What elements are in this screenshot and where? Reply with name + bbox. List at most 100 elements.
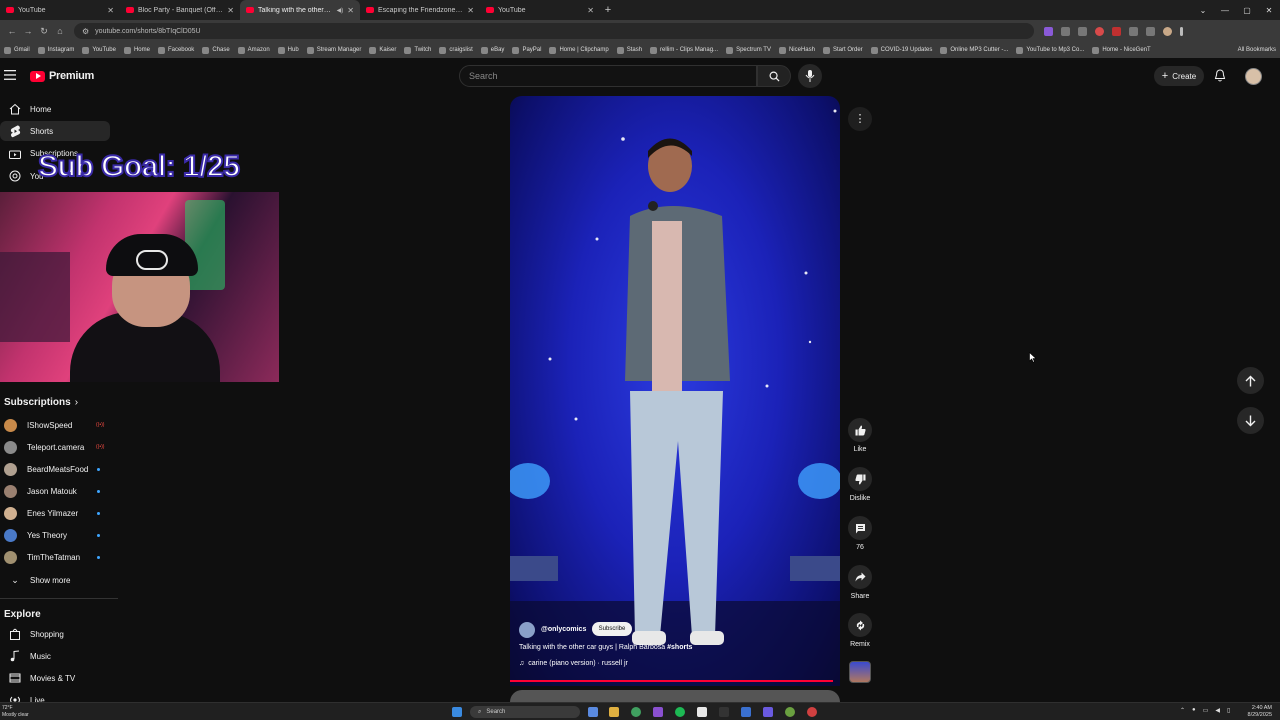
weather-widget[interactable]: 72°F Mostly clear <box>2 705 29 719</box>
notifications-bell-icon[interactable] <box>1214 69 1226 82</box>
home-browser-icon[interactable]: ⌂ <box>52 23 68 39</box>
subscribe-button[interactable]: Subscribe <box>592 622 632 636</box>
comment-icon[interactable] <box>848 516 872 540</box>
file-explorer-icon[interactable] <box>609 707 619 717</box>
voice-search-button[interactable] <box>798 64 822 88</box>
bookmark-item[interactable]: COVID-19 Updates <box>870 46 932 54</box>
twitch-icon[interactable] <box>653 707 663 717</box>
playback-progress-bar[interactable] <box>510 680 833 682</box>
subscriptions-heading[interactable]: Subscriptions › <box>4 397 78 408</box>
search-input[interactable]: Search <box>459 65 757 87</box>
extension-icon[interactable] <box>1044 26 1053 36</box>
bookmark-item[interactable]: Amazon <box>237 46 270 54</box>
bookmark-item[interactable]: Start Order <box>822 46 863 54</box>
taskbar-clock[interactable]: 2:40 AM 8/29/2025 <box>1240 705 1272 719</box>
xbox-icon[interactable] <box>785 707 795 717</box>
back-icon[interactable]: ← <box>4 23 20 39</box>
tiktok-icon[interactable] <box>697 707 707 717</box>
next-short-preview[interactable] <box>510 690 840 702</box>
subscription-item[interactable]: Enes Yilmazer <box>0 503 110 523</box>
hashtag-link[interactable]: #shorts <box>667 644 692 651</box>
start-icon[interactable] <box>452 707 462 717</box>
close-tab-icon[interactable]: ✕ <box>107 6 114 15</box>
speaker-icon[interactable]: ◀) <box>337 7 344 14</box>
notepad-icon[interactable] <box>741 707 751 717</box>
more-options-button[interactable]: ⋮ <box>848 107 872 131</box>
forward-icon[interactable]: → <box>20 23 36 39</box>
bookmark-item[interactable]: Home - NiceGenT <box>1092 46 1151 54</box>
short-video-player[interactable] <box>510 96 840 686</box>
discord-icon[interactable] <box>763 707 773 717</box>
sound-thumbnail[interactable] <box>849 661 871 683</box>
bookmark-item[interactable]: NiceHash <box>778 46 815 54</box>
address-bar[interactable]: ⚙ youtube.com/shorts/8bTIqClD05U <box>74 23 1034 39</box>
hamburger-menu-icon[interactable] <box>4 70 16 80</box>
extensions-puzzle-icon[interactable] <box>1146 26 1155 36</box>
close-tab-icon[interactable]: ✕ <box>467 6 474 15</box>
extension-icon[interactable] <box>1129 26 1138 36</box>
close-tab-icon[interactable]: ✕ <box>587 6 594 15</box>
subscription-item[interactable]: Yes Theory <box>0 525 110 545</box>
music-row[interactable]: ♫ carine (piano version) · russell jr <box>519 660 628 667</box>
search-button[interactable] <box>757 65 791 87</box>
site-info-icon[interactable]: ⚙ <box>82 27 89 36</box>
bookmark-item[interactable]: Stream Manager <box>306 46 361 54</box>
sidebar-item-movies[interactable]: Movies & TV <box>0 668 110 688</box>
sidebar-item-shorts[interactable]: Shorts <box>0 121 110 141</box>
terminal-icon[interactable] <box>719 707 729 717</box>
bookmark-item[interactable]: Facebook <box>157 46 194 54</box>
bookmark-item[interactable]: PayPal <box>512 46 541 54</box>
bookmark-item[interactable]: craigslist <box>439 46 473 54</box>
obs-icon[interactable] <box>807 707 817 717</box>
profile-icon[interactable] <box>1163 26 1172 36</box>
share-icon[interactable] <box>848 565 872 589</box>
subscription-item[interactable]: TimTheTatman <box>0 547 110 567</box>
bookmark-item[interactable]: Instagram <box>37 46 74 54</box>
battery-icon[interactable]: ▯ <box>1227 707 1230 714</box>
bookmark-item[interactable]: eBay <box>480 46 504 54</box>
minimize-icon[interactable]: — <box>1214 0 1236 20</box>
extension-icon[interactable] <box>1061 26 1070 36</box>
bookmark-item[interactable]: Online MP3 Cutter -... <box>940 46 1008 54</box>
comments-action[interactable]: 76 <box>846 516 874 551</box>
thumbs-up-icon[interactable] <box>848 418 872 442</box>
bookmark-item[interactable]: Twitch <box>404 46 431 54</box>
sidebar-item-shopping[interactable]: Shopping <box>0 624 110 644</box>
subscription-item[interactable]: BeardMeatsFood <box>0 459 110 479</box>
remix-action[interactable]: Remix <box>846 613 874 648</box>
bookmark-item[interactable]: YouTube <box>82 46 116 54</box>
bookmark-item[interactable]: rellim - Clips Manag... <box>650 46 718 54</box>
browser-tab[interactable]: Bloc Party - Banquet (Official M ✕ <box>120 0 240 20</box>
chrome-icon[interactable] <box>631 707 641 717</box>
bookmark-item[interactable]: Home | Clipchamp <box>549 46 609 54</box>
copilot-icon[interactable] <box>588 707 598 717</box>
remix-icon[interactable] <box>848 613 872 637</box>
subscription-item[interactable]: IShowSpeed ((•)) <box>0 415 110 435</box>
share-action[interactable]: Share <box>846 565 874 600</box>
network-icon[interactable]: ▭ <box>1203 707 1209 714</box>
create-button[interactable]: + Create <box>1154 66 1204 86</box>
sidebar-item-music[interactable]: Music <box>0 646 110 666</box>
browser-tab[interactable]: YouTube ✕ <box>0 0 120 20</box>
extension-icon[interactable] <box>1095 26 1104 36</box>
youtube-logo[interactable]: Premium <box>30 70 94 82</box>
next-short-button[interactable] <box>1237 407 1264 434</box>
close-tab-icon[interactable]: ✕ <box>347 6 354 15</box>
previous-short-button[interactable] <box>1237 367 1264 394</box>
mic-tray-icon[interactable]: ● <box>1192 707 1196 714</box>
like-action[interactable]: Like <box>846 418 874 453</box>
bookmark-item[interactable]: Chase <box>202 46 230 54</box>
bookmark-item[interactable]: Hub <box>277 46 299 54</box>
tray-chevron-icon[interactable]: ⌃ <box>1180 707 1185 714</box>
bookmark-item[interactable]: Gmail <box>4 46 30 54</box>
spotify-icon[interactable] <box>675 707 685 717</box>
new-tab-button[interactable]: + <box>600 0 616 20</box>
bookmark-item[interactable]: Spectrum TV <box>726 46 771 54</box>
thumbs-down-icon[interactable] <box>848 467 872 491</box>
close-window-icon[interactable]: ✕ <box>1258 0 1280 20</box>
reload-icon[interactable]: ↻ <box>36 23 52 39</box>
show-more-button[interactable]: ⌄ Show more <box>0 570 110 590</box>
bookmark-item[interactable]: Stash <box>616 46 642 54</box>
browser-tab[interactable]: Escaping the Friendzone - YouT ✕ <box>360 0 480 20</box>
bookmark-item[interactable]: Home <box>123 46 150 54</box>
